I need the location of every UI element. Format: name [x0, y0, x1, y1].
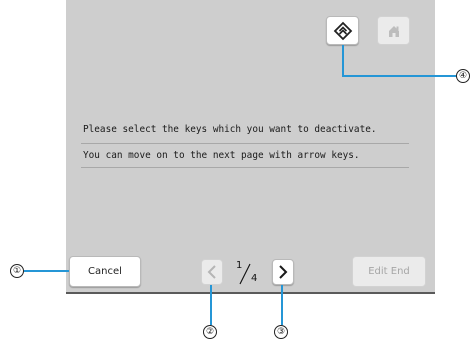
cancel-button-label: Cancel	[88, 266, 122, 277]
callout-1-leader	[24, 270, 69, 272]
next-page-button[interactable]	[272, 259, 294, 285]
home-icon	[388, 25, 399, 37]
layers-icon	[333, 21, 352, 40]
page-fraction-slash	[239, 263, 251, 285]
home-button[interactable]	[377, 16, 410, 45]
screen-bottom-edge	[66, 292, 435, 294]
instruction-underline-1	[81, 143, 409, 144]
edit-end-button-label: Edit End	[368, 266, 410, 277]
previous-page-button[interactable]	[201, 259, 223, 285]
layers-button[interactable]	[326, 16, 359, 45]
callout-3: ③	[274, 325, 288, 339]
callout-4: ④	[456, 69, 470, 83]
chevron-right-icon	[279, 265, 288, 279]
callout-4-leader-vertical	[342, 45, 344, 77]
chevron-left-icon	[207, 265, 216, 279]
page-total: 4	[251, 273, 258, 284]
instruction-underline-2	[81, 167, 409, 168]
instruction-line-2: You can move on to the next page with ar…	[83, 150, 360, 161]
edit-end-button[interactable]: Edit End	[352, 256, 426, 287]
callout-2-leader	[210, 285, 212, 325]
instruction-line-1: Please select the keys which you want to…	[83, 124, 377, 135]
callout-3-leader	[281, 285, 283, 325]
callout-4-leader-horizontal	[342, 75, 457, 77]
callout-2: ②	[203, 325, 217, 339]
cancel-button[interactable]: Cancel	[69, 256, 141, 287]
callout-1: ①	[10, 264, 24, 278]
